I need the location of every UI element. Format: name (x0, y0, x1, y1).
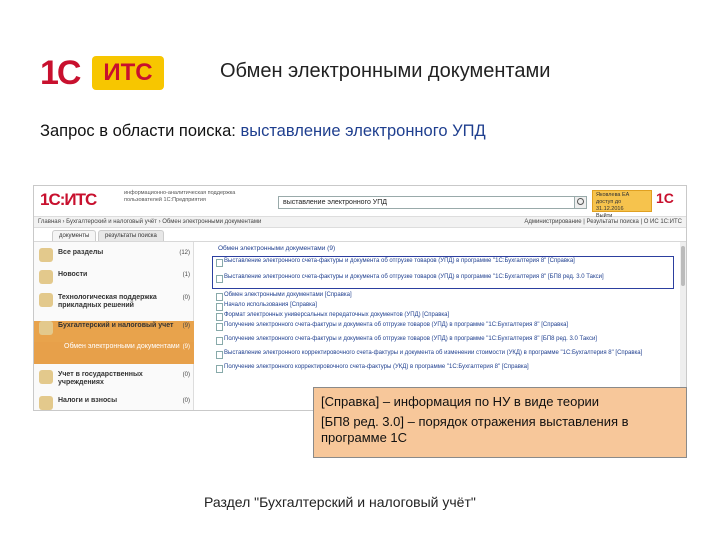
sidebar-item-label: Обмен электронными документами (64, 343, 180, 350)
sidebar-item-count: (9) (182, 344, 190, 350)
breadcrumb: Главная › Бухгалтерский и налоговый учёт… (34, 217, 686, 228)
shot-logo: 1С:ИТС (40, 190, 97, 209)
result-item[interactable]: Получение электронного счета-фактуры и д… (216, 336, 672, 345)
sidebar-item-label: Технологическая поддержка прикладных реш… (58, 294, 157, 309)
result-item[interactable]: Получение электронного счета-фактуры и д… (216, 322, 672, 331)
result-item[interactable]: Получение электронного корректировочного… (216, 364, 672, 373)
sidebar-item-gov[interactable]: Учет в государственных учреждениях (0) (34, 370, 194, 390)
callout-line-2: [БП8 ред. 3.0] – порядок отражения выста… (321, 414, 629, 445)
explanation-callout: [Справка] – информация по НУ в виде теор… (313, 387, 687, 458)
query-value: выставление электронного УПД (240, 122, 486, 140)
result-item[interactable]: Выставление электронного счета-фактуры и… (216, 258, 672, 267)
sidebar-item-label: Новости (58, 271, 88, 278)
result-item[interactable]: Выставление электронного счета-фактуры и… (216, 274, 672, 283)
sidebar-item-news[interactable]: Новости (1) (34, 270, 194, 288)
user-date: доступ до 31.12.2016 (596, 199, 624, 212)
sidebar-item-label: Все разделы (58, 249, 104, 256)
top-links[interactable]: Администрирование | Результаты поиска | … (524, 217, 682, 227)
building-icon (39, 370, 53, 384)
logo-itc-badge: ИТС (92, 56, 164, 90)
callout-line-1: [Справка] – информация по НУ в виде теор… (321, 394, 600, 409)
shot-logo-small: 1С (656, 190, 674, 206)
user-box[interactable]: Яковлева ЕА доступ до 31.12.2016 Выйти (592, 190, 652, 219)
section-caption: Раздел "Бухгалтерский и налоговый учёт" (204, 494, 476, 510)
result-item[interactable]: Выставление электронного корректировочно… (216, 350, 672, 359)
its-screenshot: 1С:ИТС информационно-аналитическая подде… (33, 185, 687, 411)
tools-icon (39, 293, 53, 307)
sidebar-item-count: (0) (182, 372, 190, 378)
sidebar-item-count: (9) (182, 323, 190, 329)
slide-title: Обмен электронными документами (220, 60, 551, 82)
itc-logo: 1С ИТС (40, 52, 168, 94)
query-line: Запрос в области поиска: выставление эле… (40, 122, 660, 141)
breadcrumb-path[interactable]: Главная › Бухгалтерский и налоговый учёт… (38, 219, 261, 225)
result-item[interactable]: Формат электронных универсальных передат… (216, 312, 672, 321)
sidebar-item-count: (12) (179, 250, 190, 256)
logo-itc-text: ИТС (103, 59, 153, 86)
tab-search-results[interactable]: результаты поиска (98, 230, 164, 241)
search-icon[interactable] (574, 196, 587, 209)
sidebar-item-edo[interactable]: Обмен электронными документами (9) (34, 342, 194, 364)
coins-icon (39, 396, 53, 410)
search-input[interactable]: выставление электронного УПД (278, 196, 578, 209)
user-name: Яковлева ЕА (596, 192, 630, 198)
newspaper-icon (39, 270, 53, 284)
sections-sidebar: Все разделы (12) Новости (1) Технологиче… (34, 242, 194, 410)
tab-documents[interactable]: документы (52, 230, 97, 241)
tabs: документы результаты поиска (34, 228, 686, 242)
sidebar-item-taxes[interactable]: Налоги и взносы (0) (34, 396, 194, 410)
shot-subtitle: информационно-аналитическая поддержка по… (124, 190, 236, 203)
shot-header: 1С:ИТС информационно-аналитическая подде… (34, 186, 686, 219)
result-item[interactable]: Обмен электронными документами [Справка] (216, 292, 672, 301)
sidebar-item-count: (0) (182, 398, 190, 404)
query-label: Запрос в области поиска: (40, 122, 236, 140)
sidebar-item-label: Налоги и взносы (58, 397, 118, 404)
results-scrollbar[interactable] (680, 242, 686, 410)
results-root[interactable]: Обмен электронными документами (9) (218, 245, 335, 252)
folder-icon (39, 321, 53, 335)
sidebar-item-all[interactable]: Все разделы (12) (34, 248, 194, 266)
sidebar-item-label: Бухгалтерский и налоговый учет (58, 322, 174, 329)
sidebar-item-accounting[interactable]: Бухгалтерский и налоговый учет (9) (34, 321, 194, 342)
logo-1c-text: 1С (40, 54, 81, 92)
sidebar-item-label: Учет в государственных учреждениях (58, 371, 143, 386)
sidebar-item-count: (0) (182, 295, 190, 301)
results-panel: Обмен электронными документами (9) Выста… (202, 242, 678, 410)
result-item[interactable]: Начало использования [Справка] (216, 302, 672, 311)
sidebar-item-count: (1) (182, 272, 190, 278)
sidebar-item-support[interactable]: Технологическая поддержка прикладных реш… (34, 293, 194, 315)
magnifier-icon (39, 248, 53, 262)
